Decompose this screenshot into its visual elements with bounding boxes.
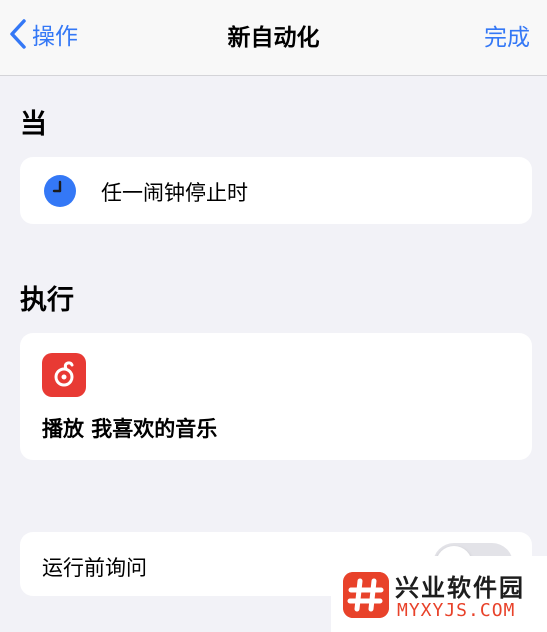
action-card[interactable]: 播放 我喜欢的音乐: [20, 333, 532, 460]
hash-logo-icon: [343, 572, 389, 618]
when-section-title: 当: [20, 109, 47, 140]
action-label: 播放 我喜欢的音乐: [42, 417, 218, 441]
do-section-title: 执行: [20, 285, 74, 316]
ask-before-running-label: 运行前询问: [42, 556, 147, 580]
trigger-label: 任一闹钟停止时: [101, 181, 248, 205]
page-title: 新自动化: [227, 25, 320, 51]
watermark: 兴业软件园 MYXYJS.COM: [331, 556, 547, 632]
navigation-bar: 操作 新自动化 完成: [0, 0, 547, 76]
netease-music-icon: [42, 353, 86, 397]
watermark-site: MYXYJS.COM: [397, 600, 516, 621]
clock-icon: [44, 175, 76, 207]
trigger-card[interactable]: 任一闹钟停止时: [20, 157, 532, 224]
watermark-name: 兴业软件园: [395, 574, 525, 602]
done-button[interactable]: 完成: [484, 18, 530, 52]
